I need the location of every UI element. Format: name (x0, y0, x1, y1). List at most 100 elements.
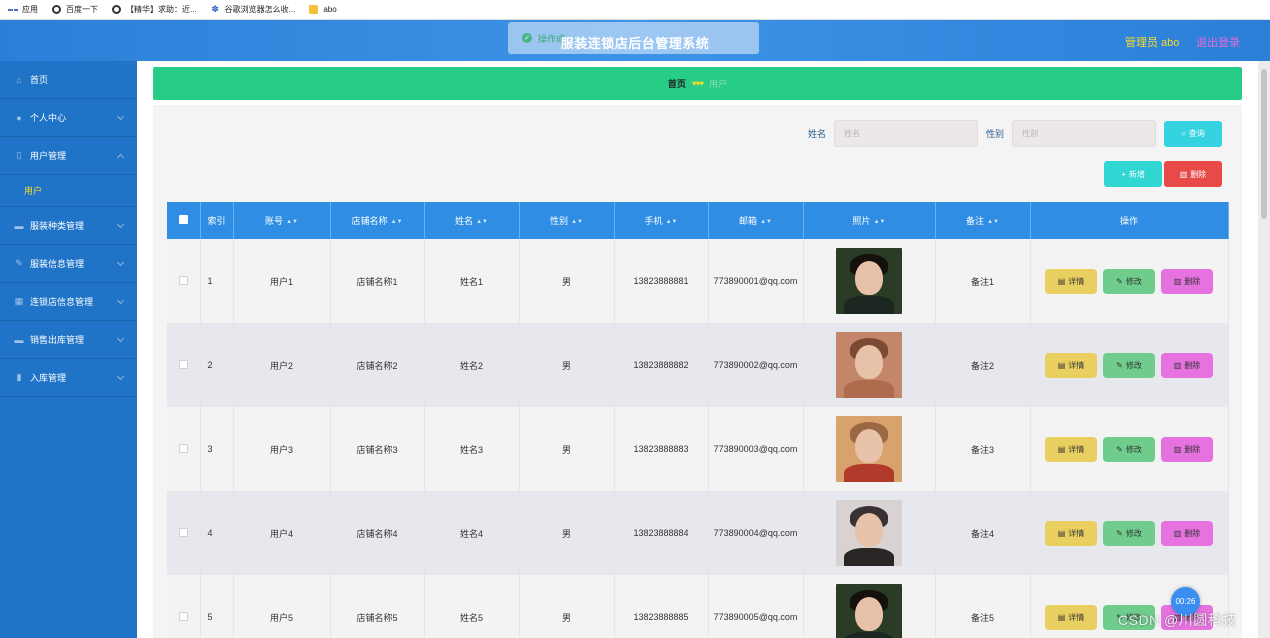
phone-cell: 13823888883 (614, 407, 709, 491)
sidebar-item-label: 首页 (30, 75, 49, 85)
phone-cell: 13823888882 (614, 323, 709, 407)
sidebar: ⌂ 首页 ● 个人中心 ▯ 用户管理 用户 ▬ 服装种类管理 ✎ 服装信息管理 … (0, 61, 137, 638)
edit-button[interactable]: ✎ 修改 (1103, 436, 1155, 462)
document-icon: ▤ (1057, 612, 1066, 622)
globe-icon (52, 5, 61, 14)
index-cell: 4 (200, 491, 234, 575)
sidebar-item-label: 个人中心 (30, 113, 67, 123)
globe-icon (112, 5, 121, 14)
row-select-cell[interactable] (167, 239, 201, 323)
column-header[interactable]: 店铺名称 ▲▼ (330, 202, 425, 239)
row-select-cell[interactable] (167, 407, 201, 491)
bookmark-forum[interactable]: 【精华】求助：近... (112, 4, 197, 15)
delete-button-label: 删除 (1190, 169, 1207, 179)
photo-cell (803, 491, 936, 575)
gender-cell: 男 (519, 407, 615, 491)
phone-cell: 13823888885 (614, 575, 709, 638)
row-checkbox[interactable] (178, 275, 188, 285)
table-header-row: 索引 账号 ▲▼ 店铺名称 ▲▼ 姓名 ▲▼ 性别 ▲▼ 手机 ▲▼ 邮箱 ▲▼ 照片 ▲▼ … (167, 202, 1229, 239)
row-checkbox[interactable] (178, 611, 188, 621)
detail-button[interactable]: ▤ 详情 (1045, 268, 1097, 294)
logout-link[interactable]: 退出登录 (1196, 34, 1240, 50)
scrollbar-thumb[interactable] (1261, 69, 1267, 219)
pencil-icon: ✎ (1116, 360, 1123, 370)
gender-search-input[interactable] (1012, 120, 1156, 147)
sidebar-item-sales-outbound[interactable]: ▬ 销售出库管理 (0, 321, 137, 359)
admin-user-label: 管理员 abo (1125, 37, 1180, 49)
sidebar-item-inbound[interactable]: ▮ 入库管理 (0, 359, 137, 397)
delete-button[interactable]: ▥ 删除 (1161, 436, 1213, 462)
name-search-input[interactable] (833, 120, 978, 147)
bookmark-apps[interactable]: 应用 (8, 4, 38, 15)
edit-button[interactable]: ✎ 修改 (1103, 520, 1155, 546)
sort-icon[interactable]: ▲▼ (391, 219, 403, 225)
bookmark-label: abo (323, 5, 337, 14)
column-header[interactable]: 性别 ▲▼ (519, 202, 615, 239)
detail-button[interactable]: ▤ 详情 (1045, 520, 1097, 546)
chevron-down-icon (116, 372, 125, 381)
column-header[interactable]: 照片 ▲▼ (803, 202, 936, 239)
bookmark-baidu[interactable]: 百度一下 (52, 4, 98, 15)
sidebar-item-user-management[interactable]: ▯ 用户管理 (0, 137, 137, 175)
detail-button[interactable]: ▤ 详情 (1045, 436, 1097, 462)
folder-icon (309, 5, 319, 14)
account-cell: 用户1 (233, 239, 331, 323)
column-header[interactable]: 姓名 ▲▼ (424, 202, 520, 239)
index-cell: 5 (200, 575, 234, 638)
sidebar-item-store-info[interactable]: ▦ 连锁店信息管理 (0, 283, 137, 321)
column-header[interactable]: 手机 ▲▼ (614, 202, 709, 239)
column-header[interactable]: 邮箱 ▲▼ (708, 202, 804, 239)
pencil-icon: ✎ (1116, 444, 1123, 454)
bookmark-chrome-tips[interactable]: ✽ 谷歌浏览器怎么收... (211, 4, 295, 15)
row-checkbox[interactable] (178, 359, 188, 369)
detail-button[interactable]: ▤ 详情 (1045, 352, 1097, 378)
column-header[interactable]: 账号 ▲▼ (233, 202, 331, 239)
sort-icon[interactable]: ▲▼ (987, 219, 999, 225)
document-icon: ▤ (1057, 444, 1066, 454)
sort-icon[interactable]: ▲▼ (760, 219, 772, 225)
row-select-cell[interactable] (167, 491, 201, 575)
sort-icon[interactable]: ▲▼ (874, 219, 886, 225)
sort-icon[interactable]: ▲▼ (571, 219, 583, 225)
sidebar-item-personal-center[interactable]: ● 个人中心 (0, 99, 137, 137)
delete-button[interactable]: ▥ 删除 (1161, 268, 1213, 294)
add-button[interactable]: + 新增 (1104, 161, 1162, 187)
column-header[interactable]: 备注 ▲▼ (935, 202, 1031, 239)
email-text: 773890001@qq.com (713, 276, 798, 286)
row-select-cell[interactable] (167, 323, 201, 407)
page-scrollbar[interactable] (1258, 61, 1270, 638)
breadcrumb-home[interactable]: 首页 (668, 77, 686, 90)
mic-icon: ▯ (16, 150, 22, 160)
user-photo (836, 584, 902, 638)
row-checkbox[interactable] (178, 527, 188, 537)
store-cell: 店铺名称5 (330, 575, 425, 638)
email-text: 773890004@qq.com (713, 528, 798, 538)
delete-button[interactable]: ▥ 删除 (1161, 352, 1213, 378)
select-all-checkbox[interactable] (178, 215, 188, 224)
row-select-cell[interactable] (167, 575, 201, 638)
sort-icon[interactable]: ▲▼ (476, 219, 488, 225)
sidebar-subitem-user[interactable]: 用户 (0, 175, 137, 207)
detail-button[interactable]: ▤ 详情 (1045, 604, 1097, 630)
batch-delete-button[interactable]: ▥ 删除 (1164, 161, 1222, 187)
row-checkbox[interactable] (178, 443, 188, 453)
email-cell: 773890003@qq.com (708, 407, 804, 491)
index-cell: 3 (200, 407, 234, 491)
sort-icon[interactable]: ▲▼ (666, 219, 678, 225)
trash-icon: ▥ (1179, 169, 1188, 179)
pencil-icon: ✎ (1116, 528, 1123, 538)
sort-icon[interactable]: ▲▼ (286, 219, 298, 225)
sidebar-item-home[interactable]: ⌂ 首页 (0, 61, 137, 99)
bookmark-folder-abo[interactable]: abo (309, 5, 337, 14)
search-button[interactable]: ○ 查询 (1164, 120, 1222, 147)
trash-icon: ▥ (1173, 276, 1182, 286)
select-all-cell[interactable] (167, 202, 201, 239)
search-button-label: 查询 (1188, 129, 1205, 138)
document-icon: ▤ (1057, 528, 1066, 538)
sidebar-item-clothing-category[interactable]: ▬ 服装种类管理 (0, 207, 137, 245)
edit-button[interactable]: ✎ 修改 (1103, 352, 1155, 378)
edit-button[interactable]: ✎ 修改 (1103, 268, 1155, 294)
account-cell: 用户4 (233, 491, 331, 575)
delete-button[interactable]: ▥ 删除 (1161, 520, 1213, 546)
sidebar-item-clothing-info[interactable]: ✎ 服装信息管理 (0, 245, 137, 283)
